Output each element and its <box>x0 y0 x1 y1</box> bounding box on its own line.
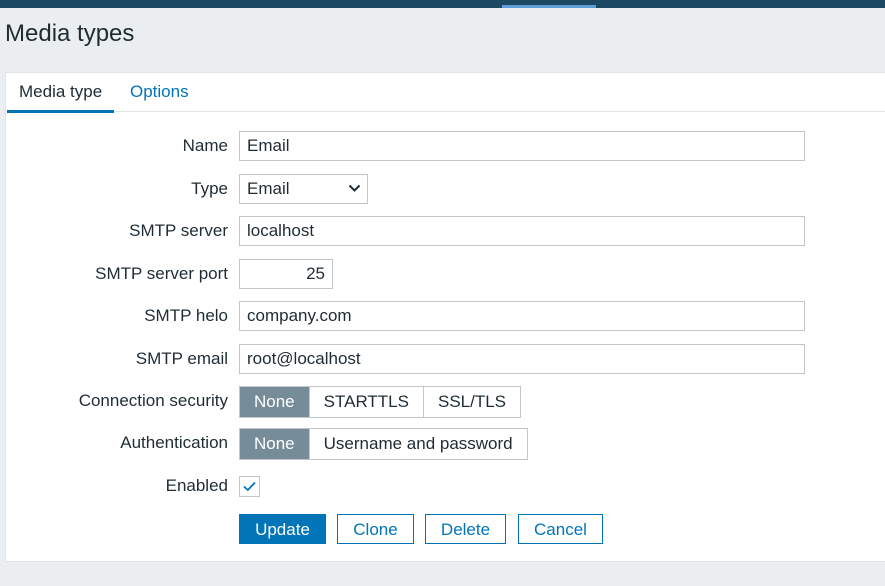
connection-security-ssltls-option[interactable]: SSL/TLS <box>422 387 520 417</box>
media-type-form-panel: Media type Options Name Type Email SMTP … <box>5 72 885 562</box>
enabled-label: Enabled <box>165 476 228 495</box>
enabled-checkbox[interactable] <box>239 476 260 497</box>
authentication-none-option[interactable]: None <box>240 429 309 459</box>
update-button[interactable]: Update <box>239 514 326 544</box>
form-row-smtp-helo: SMTP helo <box>6 301 885 331</box>
smtp-port-input[interactable] <box>239 259 333 289</box>
checkmark-icon <box>243 481 256 492</box>
tab-options[interactable]: Options <box>118 73 201 112</box>
smtp-helo-input[interactable] <box>239 301 805 331</box>
smtp-email-input[interactable] <box>239 344 805 374</box>
connection-security-label: Connection security <box>78 391 228 410</box>
type-select-value: Email <box>247 179 290 198</box>
chevron-down-icon <box>348 175 361 203</box>
type-select[interactable]: Email <box>239 174 368 204</box>
form-actions: Update Clone Delete Cancel <box>6 514 885 544</box>
authentication-segmented-control: None Username and password <box>239 428 528 460</box>
name-input[interactable] <box>239 131 805 161</box>
connection-security-segmented-control: None STARTTLS SSL/TLS <box>239 386 522 418</box>
name-label: Name <box>182 136 228 155</box>
delete-button[interactable]: Delete <box>425 514 506 544</box>
connection-security-none-option[interactable]: None <box>240 387 309 417</box>
type-label: Type <box>191 179 228 198</box>
form-row-type: Type Email <box>6 174 885 204</box>
form-row-authentication: Authentication None Username and passwor… <box>6 428 885 460</box>
tab-media-type[interactable]: Media type <box>7 73 115 113</box>
smtp-server-input[interactable] <box>239 216 805 246</box>
active-nav-indicator <box>502 5 596 8</box>
cancel-button[interactable]: Cancel <box>518 514 603 544</box>
top-navigation-bar <box>0 0 885 8</box>
authentication-label: Authentication <box>120 433 228 452</box>
form-row-smtp-port: SMTP server port <box>6 259 885 289</box>
clone-button[interactable]: Clone <box>337 514 414 544</box>
form-row-smtp-server: SMTP server <box>6 216 885 246</box>
authentication-username-password-option[interactable]: Username and password <box>308 429 527 459</box>
smtp-port-label: SMTP server port <box>95 264 228 283</box>
form-row-enabled: Enabled <box>6 471 885 501</box>
smtp-helo-label: SMTP helo <box>144 306 228 325</box>
smtp-server-label: SMTP server <box>129 221 228 240</box>
form-row-name: Name <box>6 131 885 161</box>
smtp-email-label: SMTP email <box>135 349 228 368</box>
connection-security-starttls-option[interactable]: STARTTLS <box>308 387 423 417</box>
tab-bar: Media type Options <box>6 73 885 113</box>
form-row-connection-security: Connection security None STARTTLS SSL/TL… <box>6 386 885 418</box>
form-row-smtp-email: SMTP email <box>6 344 885 374</box>
page-title: Media types <box>5 20 135 47</box>
